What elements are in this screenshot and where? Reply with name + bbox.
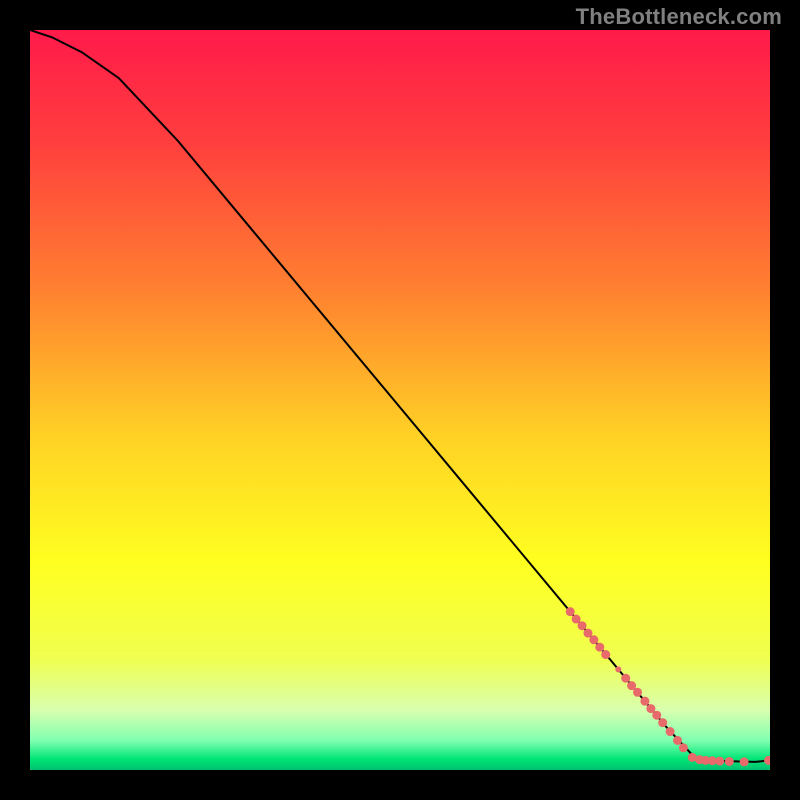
- scatter-point: [740, 757, 749, 766]
- gradient-background: [30, 30, 770, 770]
- scatter-point: [589, 635, 598, 644]
- scatter-point: [640, 697, 649, 706]
- scatter-point: [621, 674, 630, 683]
- scatter-point: [673, 736, 682, 745]
- scatter-point: [601, 650, 610, 659]
- chart-svg: [30, 30, 770, 770]
- chart-container: TheBottleneck.com: [0, 0, 800, 800]
- scatter-point: [658, 718, 667, 727]
- plot-area: [30, 30, 770, 770]
- scatter-point: [652, 711, 661, 720]
- scatter-point: [595, 643, 604, 652]
- scatter-point: [578, 621, 587, 630]
- scatter-point: [566, 607, 575, 616]
- scatter-point: [715, 757, 724, 766]
- scatter-point: [666, 727, 675, 736]
- scatter-point: [633, 688, 642, 697]
- scatter-point: [725, 757, 734, 766]
- scatter-point: [615, 666, 621, 672]
- attribution-text: TheBottleneck.com: [576, 4, 782, 30]
- scatter-point: [679, 743, 688, 752]
